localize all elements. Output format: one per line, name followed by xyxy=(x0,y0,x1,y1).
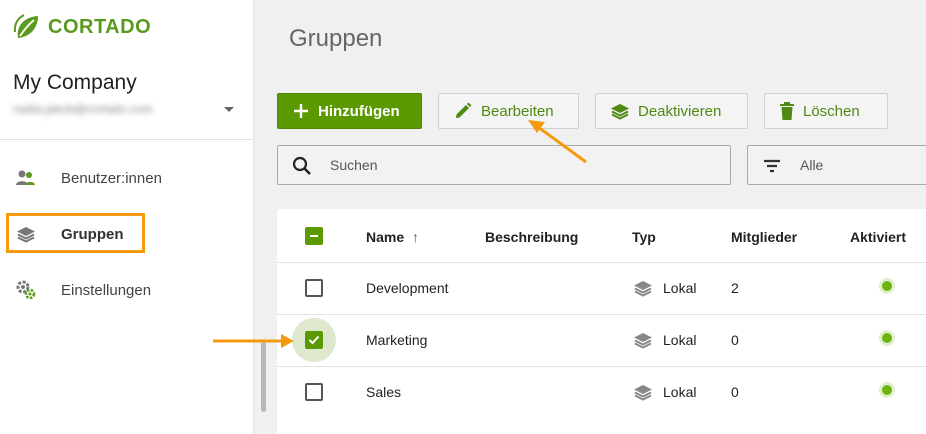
deactivate-button-label: Deaktivieren xyxy=(638,102,722,120)
sidebar: CORTADO My Company nadia.jakob@cortado.c… xyxy=(0,0,254,434)
page-title: Gruppen xyxy=(289,25,383,52)
cell-name: Marketing xyxy=(366,332,428,348)
sidebar-item-users[interactable]: Benutzer:innen xyxy=(14,166,162,190)
add-button-label: Hinzufügen xyxy=(318,102,400,120)
gear-icon xyxy=(14,278,38,302)
trash-icon xyxy=(780,102,794,120)
brand-logo[interactable]: CORTADO xyxy=(12,12,151,42)
filter-value: Alle xyxy=(800,157,824,173)
active-status-dot xyxy=(882,385,892,395)
filter-select[interactable]: Alle xyxy=(747,145,926,185)
sidebar-item-label: Einstellungen xyxy=(61,281,152,299)
sidebar-item-settings[interactable]: Einstellungen xyxy=(14,278,151,302)
groups-table: Name ↑ Beschreibung Typ Mitglieder Aktiv… xyxy=(277,209,926,434)
sidebar-scrollbar[interactable] xyxy=(261,342,266,412)
check-icon xyxy=(308,335,320,345)
active-status-dot xyxy=(882,281,892,291)
pencil-icon xyxy=(456,102,472,118)
row-divider xyxy=(277,314,926,315)
sidebar-highlight-box xyxy=(6,213,145,253)
active-status-dot xyxy=(882,333,892,343)
row-checkbox[interactable] xyxy=(305,279,323,297)
filter-icon xyxy=(762,158,782,179)
header-divider xyxy=(277,262,926,263)
leaf-logo-icon xyxy=(13,14,38,38)
cell-name: Sales xyxy=(366,384,402,400)
select-all-checkbox[interactable] xyxy=(305,227,323,245)
row-checkbox[interactable] xyxy=(305,383,323,401)
cell-name: Development xyxy=(366,280,449,296)
layers-icon xyxy=(611,104,629,120)
column-header-type[interactable]: Typ xyxy=(632,229,656,245)
sidebar-item-label: Benutzer:innen xyxy=(61,169,162,187)
chevron-down-icon[interactable] xyxy=(222,101,236,119)
search-input[interactable]: Suchen xyxy=(277,145,731,185)
row-checkbox[interactable] xyxy=(305,331,323,349)
column-header-name[interactable]: Name ↑ xyxy=(366,229,419,245)
search-icon xyxy=(291,155,313,182)
brand-name: CORTADO xyxy=(48,15,152,38)
row-divider xyxy=(277,366,926,367)
cell-type: Lokal xyxy=(663,280,697,296)
users-icon xyxy=(14,166,38,190)
company-email: nadia.jakob@cortado.com xyxy=(13,102,153,116)
cell-members: 0 xyxy=(731,384,739,400)
column-header-active[interactable]: Aktiviert xyxy=(850,229,906,245)
search-placeholder: Suchen xyxy=(330,157,378,173)
layers-icon xyxy=(634,333,652,349)
company-name: My Company xyxy=(13,71,137,94)
add-button[interactable]: Hinzufügen xyxy=(277,93,422,129)
plus-icon xyxy=(294,104,308,118)
delete-button[interactable]: Löschen xyxy=(764,93,888,129)
deactivate-button[interactable]: Deaktivieren xyxy=(595,93,748,129)
sort-ascending-icon: ↑ xyxy=(412,229,420,245)
cell-type: Lokal xyxy=(663,384,697,400)
column-header-members[interactable]: Mitglieder xyxy=(731,229,797,245)
delete-button-label: Löschen xyxy=(803,102,860,120)
cell-members: 0 xyxy=(731,332,739,348)
column-header-description[interactable]: Beschreibung xyxy=(485,229,578,245)
edit-button[interactable]: Bearbeiten xyxy=(438,93,579,129)
sidebar-divider xyxy=(0,139,254,140)
layers-icon xyxy=(634,385,652,401)
edit-button-label: Bearbeiten xyxy=(481,102,554,120)
cell-members: 2 xyxy=(731,280,739,296)
layers-icon xyxy=(634,281,652,297)
cell-type: Lokal xyxy=(663,332,697,348)
